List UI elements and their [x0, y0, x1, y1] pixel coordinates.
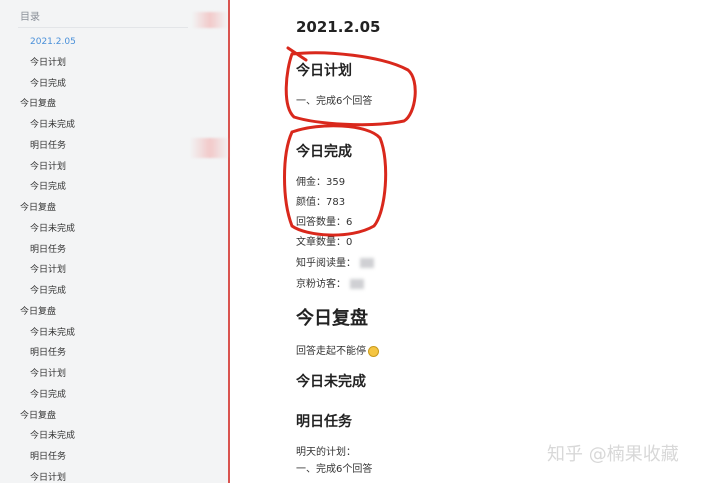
toc-item[interactable]: 今日未完成	[30, 430, 75, 442]
articles-line: 文章数量：0	[296, 237, 353, 248]
toc-item[interactable]: 今日计划	[30, 264, 66, 276]
toc-item[interactable]: 明日任务	[30, 451, 66, 463]
tomorrow-heading: 明日任务	[296, 414, 352, 430]
review-text: 回答走起不能停	[296, 346, 366, 357]
answers-line: 回答数量：6	[296, 217, 353, 228]
toc-item[interactable]: 今日复盘	[20, 410, 56, 422]
jd-visitors-line: 京粉访客：	[296, 275, 364, 290]
done-heading: 今日完成	[296, 144, 352, 160]
views-line: 颜值：783	[296, 197, 346, 208]
toc-divider	[18, 27, 188, 28]
toc-item[interactable]: 今日计划	[30, 161, 66, 173]
blurred-patch	[192, 12, 228, 28]
toc-item[interactable]: 今日未完成	[30, 223, 75, 235]
document-content: 2021.2.05 今日计划 一、完成6个回答 今日完成 佣金：359 颜值：7…	[232, 0, 720, 483]
tomorrow-item: 一、完成6个回答	[296, 464, 373, 475]
toc-item[interactable]: 今日完成	[30, 181, 66, 193]
plan-item: 一、完成6个回答	[296, 96, 373, 107]
toc-sidebar: 目录 2021.2.05 今日计划 今日完成 今日复盘 今日未完成 明日任务 今日计划 今日完…	[0, 0, 228, 483]
toc-item[interactable]: 明日任务	[30, 244, 66, 256]
toc-item[interactable]: 今日完成	[30, 285, 66, 297]
blurred-patch	[190, 138, 230, 158]
watermark: 知乎 @楠果收藏	[547, 444, 679, 465]
toc-item[interactable]: 今日复盘	[20, 202, 56, 214]
toc-item[interactable]: 今日完成	[30, 78, 66, 90]
date-title: 2021.2.05	[296, 18, 381, 36]
toc-item[interactable]: 今日完成	[30, 389, 66, 401]
zhihu-reads-line: 知乎阅读量：	[296, 254, 374, 269]
toc-item[interactable]: 今日复盘	[20, 306, 56, 318]
commission-line: 佣金：359	[296, 177, 346, 188]
toc-item[interactable]: 今日复盘	[20, 98, 56, 110]
masked-value	[350, 279, 364, 289]
review-line: 回答走起不能停	[296, 342, 379, 357]
sidebar-border	[228, 0, 230, 483]
tomorrow-plan: 明天的计划：	[296, 447, 356, 458]
toc-item[interactable]: 明日任务	[30, 347, 66, 359]
masked-value	[360, 258, 374, 268]
undone-heading: 今日未完成	[296, 374, 366, 390]
toc-item[interactable]: 今日未完成	[30, 327, 75, 339]
review-heading: 今日复盘	[296, 308, 368, 329]
toc-item[interactable]: 今日未完成	[30, 119, 75, 131]
grinning-face-icon	[368, 345, 379, 357]
jd-visitors-label: 京粉访客：	[296, 279, 346, 290]
toc-header: 目录	[20, 12, 40, 23]
toc-item[interactable]: 明日任务	[30, 140, 66, 152]
toc-item[interactable]: 2021.2.05	[30, 36, 76, 48]
plan-heading: 今日计划	[296, 63, 352, 79]
toc-item[interactable]: 今日计划	[30, 368, 66, 380]
zhihu-reads-label: 知乎阅读量：	[296, 258, 356, 269]
toc-item[interactable]: 今日计划	[30, 57, 66, 69]
toc-item[interactable]: 今日计划	[30, 472, 66, 483]
